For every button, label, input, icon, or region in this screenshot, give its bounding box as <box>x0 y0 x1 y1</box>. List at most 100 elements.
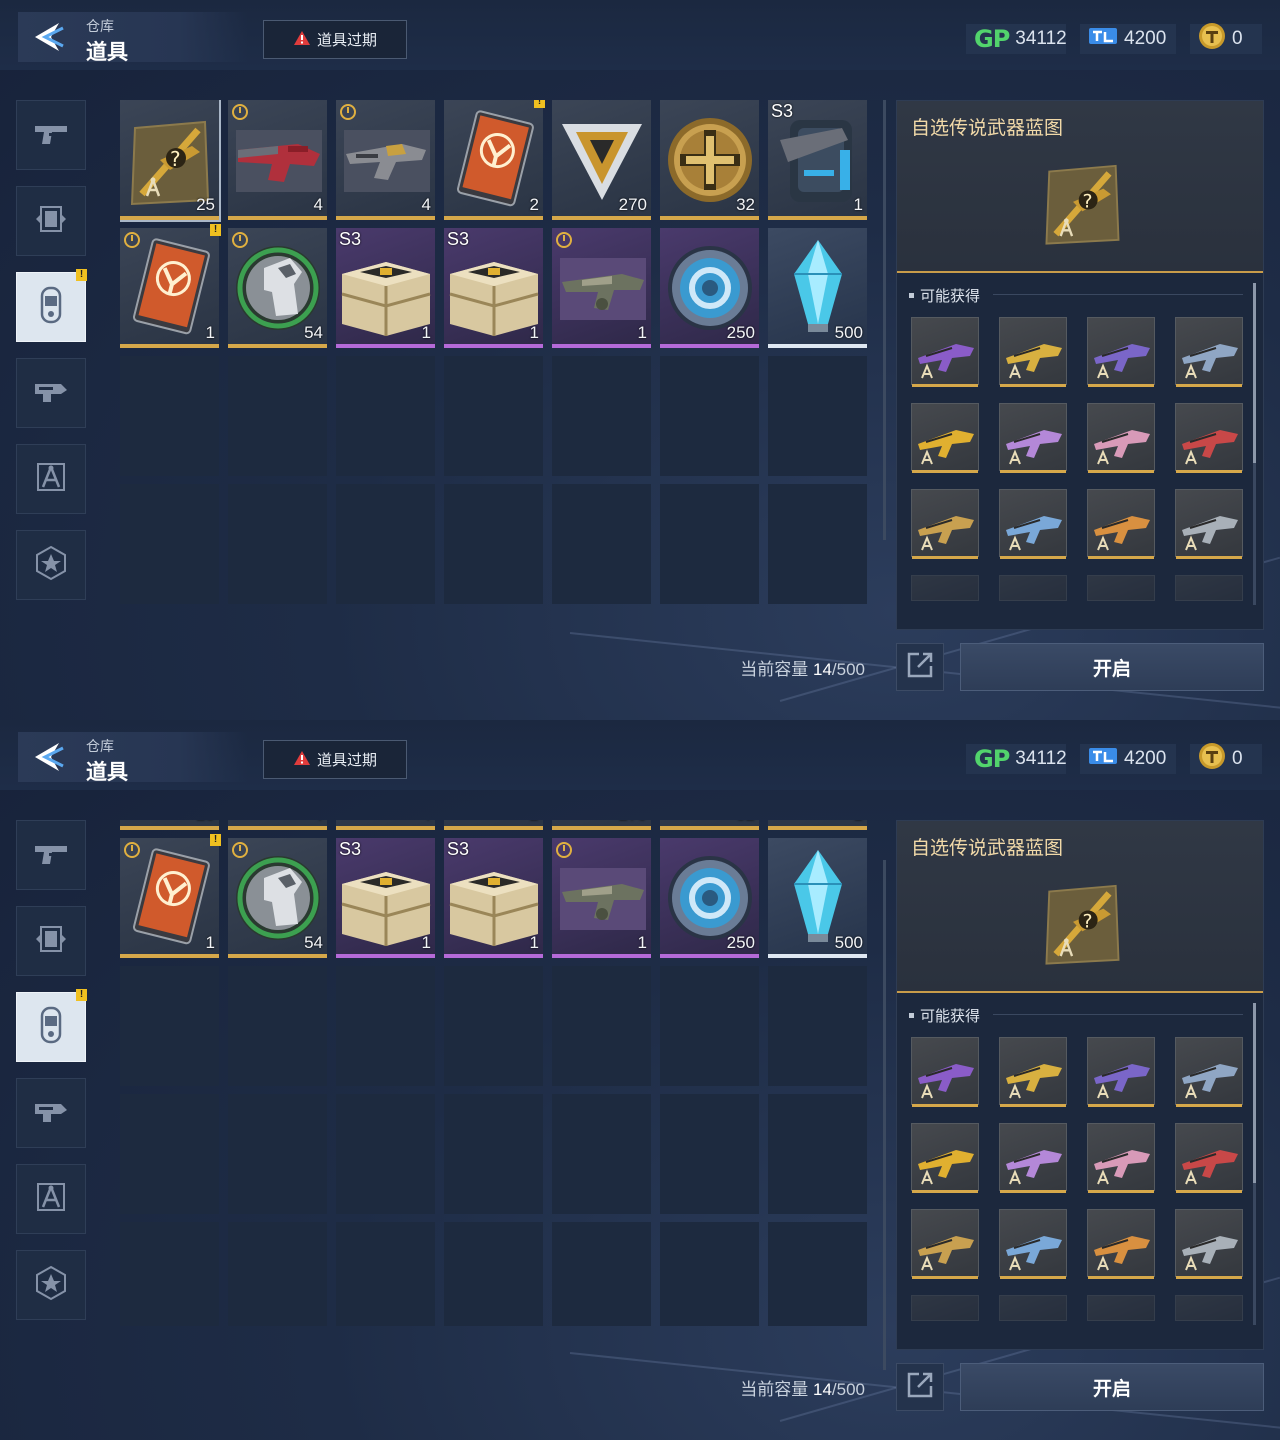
reward-silver-rifle[interactable] <box>1175 1209 1243 1279</box>
grid-scrollbar[interactable] <box>883 100 886 540</box>
reward-partial[interactable] <box>1175 575 1243 601</box>
item-slot-horse-medal[interactable]: 54 <box>228 838 327 958</box>
reward-partial[interactable] <box>911 575 979 601</box>
currency-ticket[interactable]: 4200 <box>1080 24 1176 54</box>
legend-blueprint-icon: ? <box>1028 865 1136 975</box>
tab-blueprints[interactable] <box>16 444 86 514</box>
rewards-scrollbar[interactable] <box>1253 283 1256 605</box>
share-button[interactable] <box>896 643 944 691</box>
reward-gold-smg[interactable] <box>911 1123 979 1193</box>
item-slot-triangle-emblem[interactable]: 270 <box>552 100 651 220</box>
tab-attachments[interactable] <box>16 358 86 428</box>
item-slot-gray-smg[interactable]: 4 <box>336 820 435 830</box>
reward-purple-sniper[interactable] <box>1087 1037 1155 1107</box>
tab-weapons[interactable] <box>16 100 86 170</box>
reward-gold-smg[interactable] <box>911 403 979 473</box>
reward-red-rifle[interactable] <box>1175 403 1243 473</box>
tab-badges[interactable] <box>16 1250 86 1320</box>
item-slot-horse-medal[interactable]: 54 <box>228 228 327 348</box>
item-slot-camo-rifle[interactable]: 1 <box>552 228 651 348</box>
reward-partial[interactable] <box>1087 575 1155 601</box>
reward-purple-sniper[interactable] <box>1087 317 1155 387</box>
currency-token[interactable]: 0 <box>1190 743 1262 774</box>
reward-partial[interactable] <box>999 575 1067 601</box>
item-expired-button[interactable]: 道具过期 <box>263 740 407 779</box>
item-slot-rename-card-timed[interactable]: ! 1 <box>120 834 221 958</box>
item-slot-crystal[interactable]: 500 <box>768 228 867 348</box>
item-slot-rename-card[interactable]: !2 <box>444 100 545 220</box>
item-slot-gold-coin[interactable]: 32 <box>660 820 759 830</box>
item-slot-legend-blueprint-chest[interactable]: ?25 <box>120 820 219 830</box>
currency-gp[interactable]: GP 34112 <box>966 744 1067 774</box>
grid-scrollbar[interactable] <box>883 860 886 1370</box>
item-slot-red-rifle[interactable]: 4 <box>228 820 327 830</box>
reward-gold-black-rifle[interactable] <box>999 317 1067 387</box>
item-slot-s3-backpack[interactable]: S31 <box>768 820 867 830</box>
scroll-thumb[interactable] <box>1253 1003 1256 1183</box>
reward-partial[interactable] <box>999 1295 1067 1321</box>
reward-pink-lmg[interactable] <box>1087 403 1155 473</box>
reward-pink-rifle[interactable] <box>999 403 1067 473</box>
star-badge-icon <box>33 545 69 586</box>
reward-partial[interactable] <box>1175 1295 1243 1321</box>
reward-pink-lmg[interactable] <box>1087 1123 1155 1193</box>
reward-camo-smg[interactable] <box>1175 1037 1243 1107</box>
reward-purple-rifle[interactable] <box>911 317 979 387</box>
tab-attachments[interactable] <box>16 1078 86 1148</box>
back-button[interactable] <box>18 732 248 782</box>
currency-token[interactable]: 0 <box>1190 23 1262 54</box>
reward-partial[interactable] <box>911 1295 979 1321</box>
item-slot-camo-rifle[interactable]: 1 <box>552 838 651 958</box>
item-slot-red-rifle[interactable]: 4 <box>228 100 327 220</box>
rarity-bar <box>444 954 543 958</box>
tab-badges[interactable] <box>16 530 86 600</box>
reward-purple-rifle[interactable] <box>911 1037 979 1107</box>
rarity-bar <box>1176 556 1242 559</box>
currency-gp[interactable]: GP 34112 <box>966 24 1067 54</box>
reward-orange-rifle[interactable] <box>1087 489 1155 559</box>
item-expired-button[interactable]: 道具过期 <box>263 20 407 59</box>
rarity-bar <box>1176 1190 1242 1193</box>
item-slot-s3-supply-box[interactable]: S3 1 <box>336 228 435 348</box>
tab-frames[interactable] <box>16 186 86 256</box>
tab-frames[interactable] <box>16 906 86 976</box>
open-button[interactable]: 开启 <box>960 643 1264 691</box>
item-slot-s3-backpack[interactable]: S31 <box>768 100 867 220</box>
open-button[interactable]: 开启 <box>960 1363 1264 1411</box>
item-slot-triangle-emblem[interactable]: 270 <box>552 820 651 830</box>
reward-pink-rifle[interactable] <box>999 1123 1067 1193</box>
tab-items[interactable]: ! <box>16 989 87 1062</box>
tab-items[interactable]: ! <box>16 269 87 342</box>
item-slot-s3-supply-box-2[interactable]: S3 1 <box>444 838 543 958</box>
back-button[interactable] <box>18 12 248 62</box>
item-slot-gold-coin[interactable]: 32 <box>660 100 759 220</box>
reward-gold-black-rifle[interactable] <box>999 1037 1067 1107</box>
tab-blueprints[interactable] <box>16 1164 86 1234</box>
item-slot-blue-coin[interactable]: 250 <box>660 228 759 348</box>
item-slot-blue-coin[interactable]: 250 <box>660 838 759 958</box>
reward-orange-rifle[interactable] <box>1087 1209 1155 1279</box>
item-slot-gray-smg[interactable]: 4 <box>336 100 435 220</box>
reward-silver-rifle[interactable] <box>1175 489 1243 559</box>
rewards-scrollbar[interactable] <box>1253 1003 1256 1325</box>
reward-partial[interactable] <box>1087 1295 1155 1321</box>
item-slot-s3-supply-box-2[interactable]: S3 1 <box>444 228 543 348</box>
item-slot-rename-card[interactable]: !2 <box>444 820 543 830</box>
gold-pistol-icon <box>912 516 980 562</box>
capacity-label: 当前容量 14/500 <box>700 655 865 680</box>
reward-gold-pistol[interactable] <box>911 489 979 559</box>
reward-blue-smg[interactable] <box>999 1209 1067 1279</box>
reward-gold-pistol[interactable] <box>911 1209 979 1279</box>
tab-weapons[interactable] <box>16 820 86 890</box>
reward-red-rifle[interactable] <box>1175 1123 1243 1193</box>
currency-ticket[interactable]: 4200 <box>1080 744 1176 774</box>
scroll-thumb[interactable] <box>1253 283 1256 463</box>
item-slot-s3-supply-box[interactable]: S3 1 <box>336 838 435 958</box>
reward-camo-smg[interactable] <box>1175 317 1243 387</box>
item-slot-rename-card-timed[interactable]: ! 1 <box>120 224 221 348</box>
item-slot-crystal[interactable]: 500 <box>768 838 867 958</box>
reward-blue-smg[interactable] <box>999 489 1067 559</box>
item-slot-legend-blueprint-chest[interactable]: ?25 <box>120 100 221 222</box>
currency-value: 34112 <box>1015 28 1067 49</box>
share-button[interactable] <box>896 1363 944 1411</box>
